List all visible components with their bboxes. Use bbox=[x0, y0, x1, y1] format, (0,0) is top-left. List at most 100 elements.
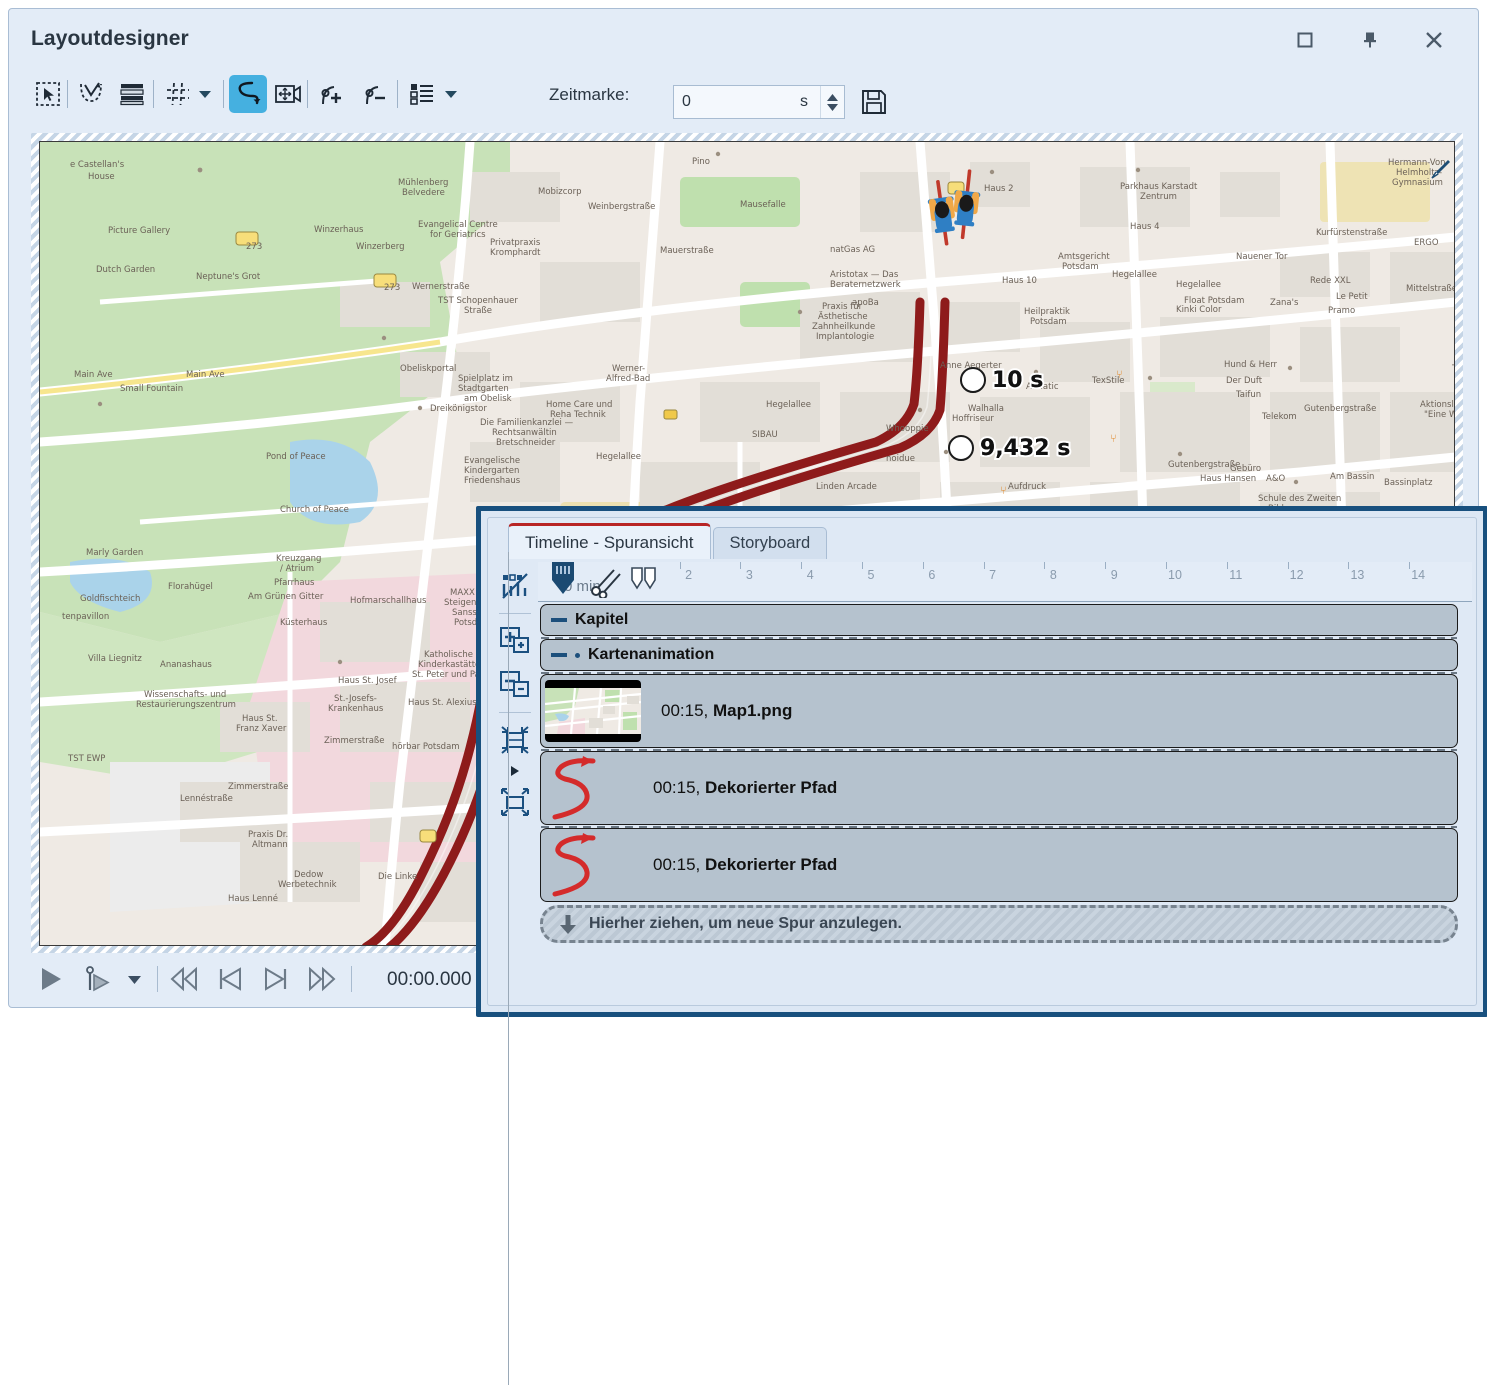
track-label: Kapitel bbox=[575, 611, 628, 629]
timeline-panel: Timeline - Spuransicht Storyboard bbox=[476, 506, 1487, 1017]
stepper-up-icon bbox=[827, 94, 838, 101]
path-nodes-icon[interactable] bbox=[73, 75, 111, 113]
toggle-waveform-icon[interactable] bbox=[495, 566, 535, 606]
layoutdesigner-window: Layoutdesigner bbox=[8, 8, 1479, 1008]
timemark-value[interactable]: 0 bbox=[674, 93, 800, 111]
collapse-icon[interactable] bbox=[551, 653, 567, 657]
track-state-dot-icon bbox=[575, 653, 580, 658]
new-track-dropzone[interactable]: Hierher ziehen, um neue Spur anzulegen. bbox=[540, 905, 1458, 943]
svg-text:⑂: ⑂ bbox=[1116, 368, 1123, 381]
map-time-marker[interactable]: 10 s10 s bbox=[960, 367, 1043, 393]
ruler-tick-label: 5 bbox=[868, 568, 875, 582]
add-track-icon[interactable] bbox=[495, 621, 535, 661]
timeline-tabs: Timeline - Spuransicht Storyboard bbox=[508, 525, 827, 559]
stepper-down-icon bbox=[827, 104, 838, 111]
floppy-save-icon[interactable] bbox=[857, 85, 891, 119]
ruler-tick-label: 7 bbox=[989, 568, 996, 582]
list-icon[interactable] bbox=[403, 75, 441, 113]
ruler-tick bbox=[680, 562, 681, 569]
track-size-chevron-icon[interactable] bbox=[495, 764, 535, 778]
clip-label: 00:15, Dekorierter Pfad bbox=[653, 855, 837, 875]
playhead-line bbox=[508, 552, 509, 1385]
timeline-tool-rail bbox=[492, 560, 538, 1001]
ruler-tick-label: 13 bbox=[1350, 568, 1364, 582]
title-bar: Layoutdesigner bbox=[9, 9, 1478, 65]
collapse-icon[interactable] bbox=[551, 618, 567, 622]
timeline-track-list: Kapitel Kartenanimation bbox=[538, 602, 1472, 1001]
ruler-tick-label: 9 bbox=[1111, 568, 1118, 582]
ruler-tick bbox=[1288, 562, 1289, 569]
scissors-icon[interactable] bbox=[590, 564, 624, 603]
ruler-tick bbox=[1348, 562, 1349, 569]
map-time-label: 10 s bbox=[992, 368, 1043, 393]
hatched-divider bbox=[31, 123, 1463, 133]
svg-text:⑂: ⑂ bbox=[1000, 484, 1007, 497]
grid-dropdown-chevron-down-icon[interactable] bbox=[195, 75, 215, 113]
pen-edit-icon[interactable] bbox=[1418, 156, 1452, 195]
motion-path-icon[interactable] bbox=[229, 75, 267, 113]
play-options-chevron-down-icon[interactable] bbox=[119, 961, 149, 997]
path-clip-track-1[interactable]: 00:15, Dekorierter Pfad bbox=[540, 751, 1458, 825]
skip-back-icon[interactable] bbox=[209, 961, 251, 997]
play-marker-icon[interactable] bbox=[79, 961, 119, 997]
timeline-ruler[interactable]: 0 min 234567891011121314 bbox=[538, 562, 1472, 602]
ruler-tick-label: 14 bbox=[1411, 568, 1425, 582]
playhead-icon[interactable] bbox=[550, 560, 576, 605]
skip-forward-icon[interactable] bbox=[255, 961, 297, 997]
expand-tracks-icon[interactable] bbox=[495, 782, 535, 822]
timemark-unit: s bbox=[800, 93, 820, 111]
ruler-tick bbox=[984, 562, 985, 569]
close-icon[interactable] bbox=[1413, 23, 1455, 57]
ruler-tick bbox=[801, 562, 802, 569]
play-icon[interactable] bbox=[31, 961, 71, 997]
fast-forward-icon[interactable] bbox=[301, 961, 343, 997]
playback-time: 00:00.000 bbox=[387, 969, 472, 991]
timemark-input[interactable]: 0 s bbox=[673, 85, 845, 119]
timemark-label: Zeitmarke: bbox=[549, 85, 629, 105]
swoosh-arrow-icon bbox=[549, 832, 633, 898]
rewind-icon[interactable] bbox=[163, 961, 205, 997]
clip-time: 00:15, bbox=[653, 855, 700, 874]
camera-move-icon[interactable] bbox=[269, 75, 307, 113]
map-thumbnail[interactable] bbox=[545, 680, 641, 742]
page-title: Layoutdesigner bbox=[31, 27, 189, 51]
image-clip-track[interactable]: 00:15, Map1.png bbox=[540, 674, 1458, 748]
restore-icon[interactable] bbox=[1284, 23, 1326, 57]
ruler-tick-label: 2 bbox=[685, 568, 692, 582]
path-clip-track-2[interactable]: 00:15, Dekorierter Pfad bbox=[540, 828, 1458, 902]
map-animation-track[interactable]: Kartenanimation bbox=[540, 639, 1458, 671]
ruler-tick bbox=[740, 562, 741, 569]
clip-time: 00:15, bbox=[661, 701, 708, 720]
ruler-tick bbox=[1166, 562, 1167, 569]
ruler-tick-label: 12 bbox=[1290, 568, 1304, 582]
remove-node-icon[interactable] bbox=[357, 75, 395, 113]
chapter-track[interactable]: Kapitel bbox=[540, 604, 1458, 636]
remove-track-icon[interactable] bbox=[495, 665, 535, 705]
clip-name: Map1.png bbox=[713, 701, 792, 720]
shrink-tracks-icon[interactable] bbox=[495, 720, 535, 760]
keyframe-dot-icon[interactable] bbox=[948, 435, 974, 461]
clip-label: 00:15, Dekorierter Pfad bbox=[653, 778, 837, 798]
keyframe-dot-icon[interactable] bbox=[960, 367, 986, 393]
ruler-tick bbox=[1105, 562, 1106, 569]
map-time-label: 9,432 s bbox=[980, 436, 1070, 461]
range-marker-icon[interactable] bbox=[630, 566, 658, 597]
clip-name: Dekorierter Pfad bbox=[705, 778, 837, 797]
tab-storyboard[interactable]: Storyboard bbox=[713, 527, 828, 559]
map-time-marker[interactable]: 9,432 s9,432 s bbox=[948, 435, 1070, 461]
ruler-tick bbox=[1044, 562, 1045, 569]
marquee-select-icon[interactable] bbox=[29, 75, 67, 113]
ruler-tick-label: 11 bbox=[1229, 568, 1242, 582]
track-label: Kartenanimation bbox=[588, 646, 714, 664]
pin-icon[interactable] bbox=[1349, 23, 1391, 57]
list-dropdown-chevron-down-icon[interactable] bbox=[441, 75, 461, 113]
tab-timeline-trackview[interactable]: Timeline - Spuransicht bbox=[508, 523, 711, 559]
timemark-stepper[interactable] bbox=[820, 86, 844, 118]
ruler-tick bbox=[1227, 562, 1228, 569]
layers-icon[interactable] bbox=[113, 75, 151, 113]
add-node-icon[interactable] bbox=[313, 75, 351, 113]
ruler-tick-label: 8 bbox=[1050, 568, 1057, 582]
grid-icon[interactable] bbox=[159, 75, 197, 113]
clip-name: Dekorierter Pfad bbox=[705, 855, 837, 874]
ruler-tick-label: 3 bbox=[746, 568, 753, 582]
